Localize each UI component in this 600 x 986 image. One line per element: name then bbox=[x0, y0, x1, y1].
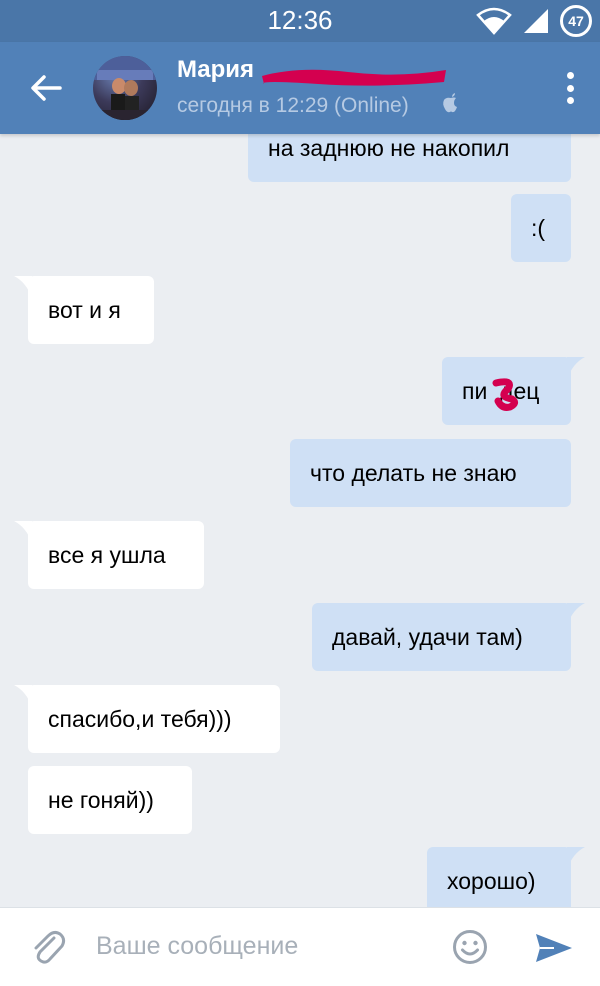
message-outgoing[interactable]: давай, удачи там) bbox=[312, 603, 585, 671]
chat-header: Мария сегодня в 12:29 (Online) bbox=[0, 42, 600, 134]
message-input[interactable]: Ваше сообщение bbox=[96, 932, 298, 961]
more-options-icon[interactable] bbox=[566, 72, 574, 104]
message-text: :( bbox=[531, 214, 546, 241]
wifi-icon bbox=[476, 7, 512, 35]
message-text: все я ушла bbox=[48, 541, 166, 568]
send-icon[interactable] bbox=[534, 932, 574, 964]
message-text: не гоняй)) bbox=[48, 786, 154, 813]
message-outgoing[interactable]: пи дец bbox=[442, 357, 585, 425]
message-text: хорошо) bbox=[447, 867, 536, 894]
message-text: на заднюю не накопил bbox=[268, 134, 510, 161]
message-outgoing[interactable]: что делать не знаю bbox=[290, 439, 571, 507]
message-text: спасибо,и тебя))) bbox=[48, 705, 232, 732]
message-incoming[interactable]: не гоняй)) bbox=[28, 766, 192, 834]
censor-scribble bbox=[492, 378, 519, 411]
bubble-tail bbox=[567, 847, 585, 869]
message-incoming[interactable]: вот и я bbox=[14, 276, 154, 344]
message-outgoing[interactable]: хорошо) bbox=[427, 847, 585, 915]
bubble-tail bbox=[567, 357, 585, 379]
bubble-tail bbox=[14, 521, 32, 543]
message-composer: Ваше сообщение bbox=[0, 907, 600, 986]
avatar-photo bbox=[93, 56, 157, 120]
back-arrow-icon[interactable] bbox=[26, 68, 66, 108]
signal-icon bbox=[524, 9, 548, 33]
battery-icon: 47 bbox=[560, 5, 592, 37]
message-text: что делать не знаю bbox=[310, 459, 517, 486]
apple-icon bbox=[443, 93, 457, 113]
message-outgoing[interactable]: :( bbox=[511, 194, 571, 262]
status-icons: 47 bbox=[476, 4, 592, 38]
redaction-mark bbox=[262, 69, 446, 86]
message-incoming[interactable]: спасибо,и тебя))) bbox=[14, 685, 280, 753]
paperclip-icon[interactable] bbox=[30, 928, 66, 966]
status-bar: 12:36 47 bbox=[0, 0, 600, 42]
avatar[interactable] bbox=[93, 56, 157, 120]
last-seen-status: сегодня в 12:29 (Online) bbox=[177, 94, 409, 117]
bubble-tail bbox=[14, 685, 32, 707]
message-text: давай, удачи там) bbox=[332, 623, 523, 650]
contact-name[interactable]: Мария bbox=[177, 56, 254, 84]
message-text: вот и я bbox=[48, 296, 121, 323]
bubble-tail bbox=[14, 276, 32, 298]
bubble-tail bbox=[567, 603, 585, 625]
smile-icon[interactable] bbox=[452, 929, 488, 965]
message-incoming[interactable]: все я ушла bbox=[14, 521, 204, 589]
